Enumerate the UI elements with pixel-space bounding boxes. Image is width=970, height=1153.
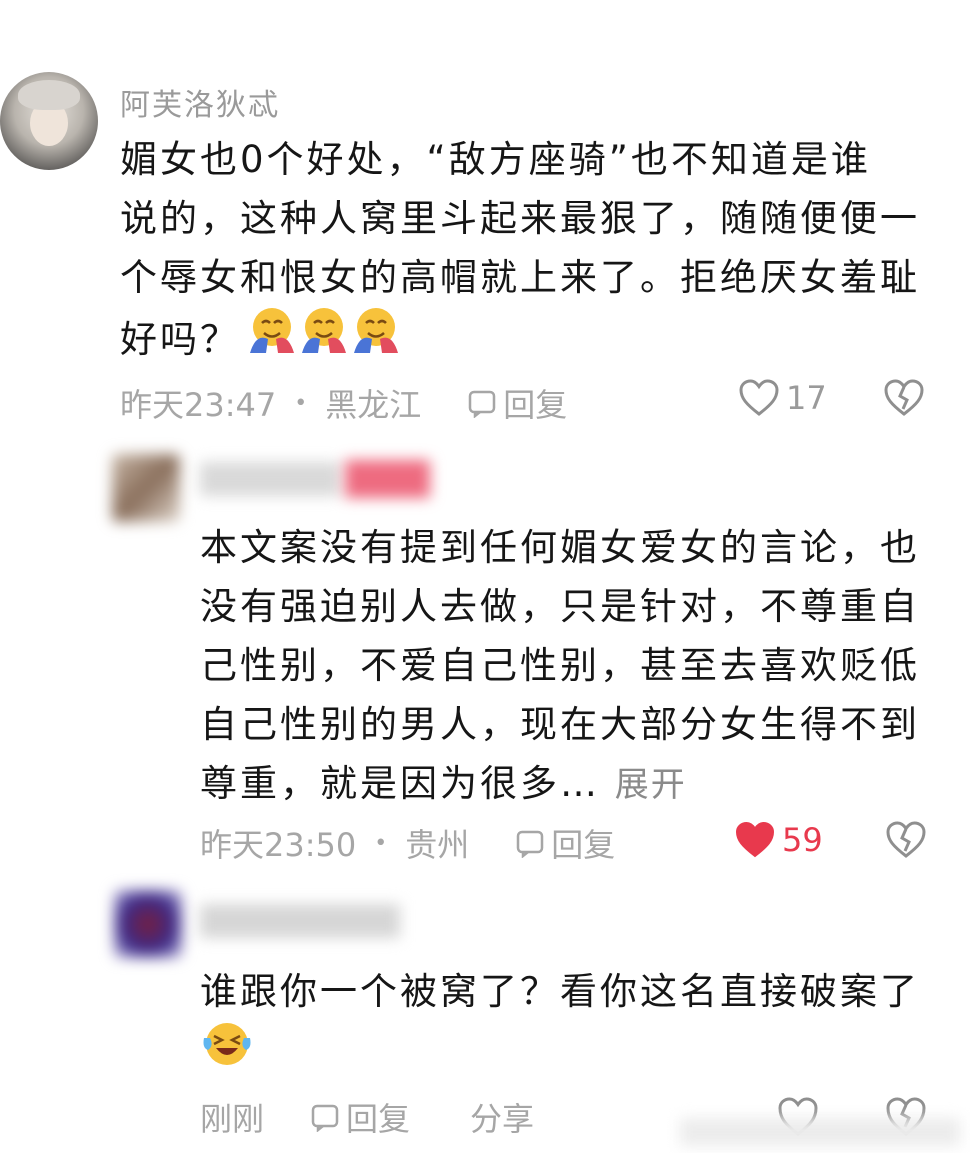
comment-line: 没有强迫别人去做，只是针对，不尊重自 xyxy=(200,585,920,628)
comment-text: 谁跟你一个被窝了？看你这名直接破案了 xyxy=(200,962,960,1081)
comment-username[interactable]: 阿芙洛狄忒 xyxy=(120,80,280,124)
comment-location: 贵州 xyxy=(405,826,470,864)
comment-location: 黑龙江 xyxy=(325,386,422,424)
reply-icon xyxy=(516,830,544,858)
like-button[interactable]: 59 xyxy=(734,820,823,860)
heart-icon xyxy=(739,379,779,416)
broken-heart-icon xyxy=(884,379,924,416)
hugging-face-icon xyxy=(246,307,298,372)
watermark-blurred xyxy=(680,1118,960,1146)
comment-username-blurred[interactable] xyxy=(200,904,400,938)
like-count: 59 xyxy=(782,821,823,859)
crying-laughing-face-icon xyxy=(200,1018,254,1085)
avatar[interactable] xyxy=(114,890,182,958)
reply-button[interactable]: 回复 xyxy=(467,380,567,426)
separator-dot: • xyxy=(294,390,308,416)
comment-line: 媚女也0个好处，“敌方座骑”也不知道是谁 xyxy=(120,138,871,181)
separator-dot: • xyxy=(374,830,388,856)
user-badge-blurred xyxy=(345,460,430,498)
comment-line: 个辱女和恨女的高帽就上来了。拒绝厌女羞耻 xyxy=(120,256,920,299)
reply-label: 回复 xyxy=(346,1100,411,1138)
comment-username-blurred[interactable] xyxy=(200,462,340,496)
comment-meta: 刚刚 回复 分享 xyxy=(200,1094,534,1140)
comment-line: 本文案没有提到任何媚女爱女的言论，也 xyxy=(200,526,920,569)
comment-line-last: 好吗？ xyxy=(120,307,950,372)
comment-meta: 昨天23:50 • 贵州 回复 xyxy=(200,820,615,866)
like-count: 17 xyxy=(786,379,827,417)
comment-meta: 昨天23:47 • 黑龙江 回复 xyxy=(120,380,567,426)
reply-label: 回复 xyxy=(503,386,568,424)
expand-link[interactable]: 展开 xyxy=(615,765,687,805)
like-button[interactable]: 17 xyxy=(738,378,827,418)
comment-line: 自己性别的男人，现在大部分女生得不到 xyxy=(200,703,920,746)
avatar[interactable] xyxy=(0,72,98,170)
hugging-face-icon xyxy=(350,307,402,372)
comment-line: 谁跟你一个被窝了？看你这名直接破案了 xyxy=(200,970,920,1013)
comment-time: 刚刚 xyxy=(200,1100,265,1138)
heart-filled-icon xyxy=(735,821,775,858)
comment-line-last: 尊重，就是因为很多… 展开 xyxy=(200,754,950,815)
reply-icon xyxy=(311,1104,339,1132)
reply-label: 回复 xyxy=(551,826,616,864)
comment-line: 尊重，就是因为很多… xyxy=(200,762,600,805)
comment-line-emoji xyxy=(200,1021,960,1081)
comment-time: 昨天23:50 xyxy=(200,826,357,864)
comment-line: 好吗？ xyxy=(120,318,240,361)
broken-heart-icon xyxy=(886,821,926,858)
comment-line: 说的，这种人窝里斗起来最狠了，随随便便一 xyxy=(120,197,920,240)
hugging-face-icon xyxy=(298,307,350,372)
comment-text: 本文案没有提到任何媚女爱女的言论，也 没有强迫别人去做，只是针对，不尊重自 己性… xyxy=(200,518,950,815)
comment-text: 媚女也0个好处，“敌方座骑”也不知道是谁 说的，这种人窝里斗起来最狠了，随随便便… xyxy=(120,130,950,372)
comment-line: 己性别，不爱自己性别，甚至去喜欢贬低 xyxy=(200,644,920,687)
dislike-button[interactable] xyxy=(884,820,928,864)
avatar[interactable] xyxy=(112,454,180,522)
share-button[interactable]: 分享 xyxy=(470,1094,534,1140)
reply-button[interactable]: 回复 xyxy=(310,1094,410,1140)
dislike-button[interactable] xyxy=(882,378,926,422)
reply-icon xyxy=(468,390,496,418)
reply-button[interactable]: 回复 xyxy=(515,820,615,866)
comment-time: 昨天23:47 xyxy=(120,386,277,424)
